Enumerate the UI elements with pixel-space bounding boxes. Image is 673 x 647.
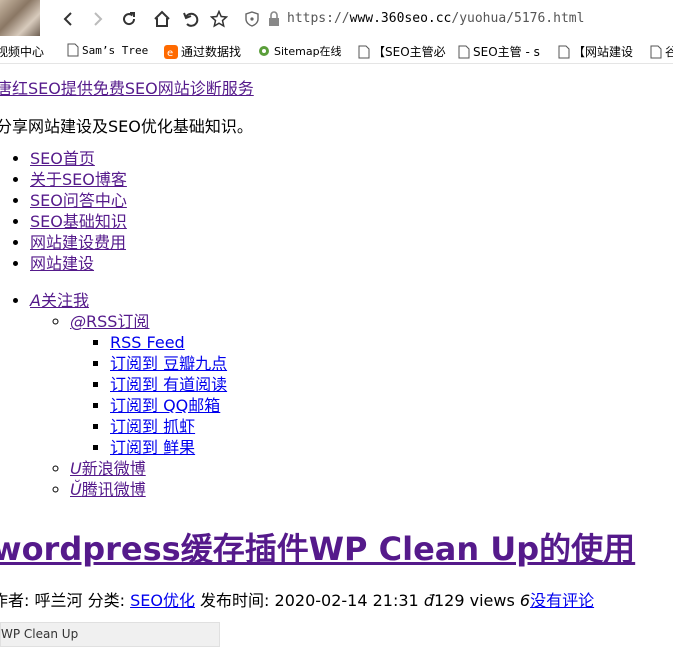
- weibo-icon: U: [70, 459, 82, 478]
- nav-item-qa: SEO问答中心: [30, 190, 127, 211]
- rss-subitem: 订阅到 有道阅读: [110, 374, 227, 395]
- rss-subitem: 订阅到 鲜果: [110, 437, 227, 458]
- rss-link[interactable]: @RSS订阅: [70, 312, 149, 331]
- site-description: 分享网站建设及SEO优化基础知识。: [0, 117, 253, 136]
- url-host: www.360seo.cc: [349, 11, 452, 26]
- rss-submenu: RSS Feed 订阅到 豆瓣九点 订阅到 有道阅读 订阅到 QQ邮箱 订阅到 …: [70, 332, 227, 458]
- page-icon: [67, 43, 79, 57]
- comments-link[interactable]: 没有评论: [530, 591, 594, 610]
- nav-link[interactable]: 网站建设费用: [30, 233, 126, 252]
- bookmark-item[interactable]: 视频中心: [0, 43, 44, 60]
- rss-subitem: 订阅到 QQ邮箱: [110, 395, 227, 416]
- rss-item: @RSS订阅 RSS Feed 订阅到 豆瓣九点 订阅到 有道阅读 订阅到 QQ…: [70, 311, 227, 458]
- page-icon: [650, 45, 662, 58]
- bookmark-item[interactable]: 谷: [650, 43, 673, 60]
- svg-text:e: e: [167, 48, 173, 59]
- url-prefix: https://: [287, 11, 350, 26]
- image-alt-text: WP Clean Up: [1, 627, 79, 641]
- rss-feed-link[interactable]: RSS Feed: [110, 333, 185, 352]
- main-nav: SEO首页 关于SEO博客 SEO问答中心 SEO基础知识 网站建设费用 网站建…: [0, 148, 127, 274]
- user-avatar[interactable]: [0, 0, 40, 36]
- bookmark-item[interactable]: Sam’s Tree: [67, 43, 148, 57]
- nav-item-cost: 网站建设费用: [30, 232, 127, 253]
- nav-link[interactable]: 网站建设: [30, 254, 94, 273]
- undo-icon[interactable]: [180, 8, 202, 30]
- views-icon: đ: [423, 591, 434, 610]
- weibo-qq-item: Ŭ腾讯微博: [70, 479, 227, 500]
- bookmark-item[interactable]: 【网站建设: [558, 43, 633, 60]
- qq-weibo-icon: Ŭ: [70, 480, 82, 499]
- gear-icon: [259, 46, 269, 56]
- article-title: wordpress缓存插件WP Clean Up的使用: [0, 524, 635, 570]
- rss-subitem: 订阅到 抓虾: [110, 416, 227, 437]
- follow-link[interactable]: A关注我: [30, 291, 89, 310]
- nav-item-build: 网站建设: [30, 253, 127, 274]
- nav-link[interactable]: SEO首页: [30, 149, 95, 168]
- nav-item-about: 关于SEO博客: [30, 169, 127, 190]
- bookmark-item[interactable]: 【SEO主管必: [358, 43, 446, 60]
- nav-link[interactable]: 关于SEO博客: [30, 170, 127, 189]
- bookmark-item[interactable]: e 通过数据找: [164, 43, 241, 60]
- alibaba-icon: e: [164, 44, 178, 59]
- follow-item: A关注我 @RSS订阅 RSS Feed 订阅到 豆瓣九点 订阅到 有道阅读 订…: [30, 290, 227, 500]
- article-image-placeholder: WP Clean Up: [0, 622, 220, 647]
- views-count: 129 views: [433, 591, 515, 610]
- category-link[interactable]: SEO优化: [130, 591, 195, 610]
- rss-subitem: 订阅到 豆瓣九点: [110, 353, 227, 374]
- back-icon[interactable]: [57, 8, 79, 30]
- shield-icon[interactable]: [241, 8, 263, 30]
- nav-item-seo-home: SEO首页: [30, 148, 127, 169]
- comment-icon: 6: [519, 591, 531, 610]
- rss-icon: @: [70, 312, 86, 331]
- browser-toolbar: https://www.360seo.cc/yuohua/5176.html: [0, 0, 673, 38]
- article-author: 作者: 呼兰河: [0, 591, 83, 610]
- follow-icon: A: [30, 291, 41, 310]
- zhuaxia-link[interactable]: 订阅到 抓虾: [110, 417, 195, 436]
- lock-icon: [263, 8, 285, 30]
- nav-link[interactable]: SEO基础知识: [30, 212, 127, 231]
- address-bar[interactable]: https://www.360seo.cc/yuohua/5176.html: [287, 11, 584, 26]
- bookmark-item[interactable]: SEO主管 - s: [458, 43, 540, 60]
- follow-submenu: @RSS订阅 RSS Feed 订阅到 豆瓣九点 订阅到 有道阅读 订阅到 QQ…: [30, 311, 227, 500]
- weibo-sina-link[interactable]: U新浪微博: [70, 459, 146, 478]
- article-meta: 作者: 呼兰河 分类: SEO优化 发布时间: 2020-02-14 21:31…: [0, 587, 594, 611]
- page-icon: [358, 45, 370, 58]
- url-path: /yuohua/5176.html: [451, 11, 585, 26]
- category-label: 分类:: [87, 591, 125, 610]
- site-title-link[interactable]: 唐红SEO提供免费SEO网站诊断服务: [0, 75, 254, 99]
- weibo-qq-link[interactable]: Ŭ腾讯微博: [70, 480, 146, 499]
- xianguo-link[interactable]: 订阅到 鲜果: [110, 438, 195, 457]
- youdao-link[interactable]: 订阅到 有道阅读: [110, 375, 227, 394]
- home-icon[interactable]: [151, 8, 173, 30]
- article-title-link[interactable]: wordpress缓存插件WP Clean Up的使用: [0, 530, 635, 568]
- page-icon: [458, 45, 470, 58]
- qqmail-link[interactable]: 订阅到 QQ邮箱: [110, 396, 220, 415]
- douban-link[interactable]: 订阅到 豆瓣九点: [110, 354, 227, 373]
- follow-menu: A关注我 @RSS订阅 RSS Feed 订阅到 豆瓣九点 订阅到 有道阅读 订…: [0, 290, 227, 500]
- bookmark-item[interactable]: Sitemap在线: [257, 43, 342, 59]
- rss-subitem: RSS Feed: [110, 332, 227, 353]
- publish-date: 发布时间: 2020-02-14 21:31: [200, 591, 419, 610]
- bookmarks-bar: 视频中心 Sam’s Tree e 通过数据找 Sitemap在线 【SEO主管…: [0, 39, 673, 64]
- page-icon: [558, 45, 570, 58]
- reload-icon[interactable]: [118, 8, 140, 30]
- forward-icon[interactable]: [87, 8, 109, 30]
- nav-link[interactable]: SEO问答中心: [30, 191, 127, 210]
- weibo-sina-item: U新浪微博: [70, 458, 227, 479]
- star-icon[interactable]: [208, 8, 230, 30]
- nav-item-basics: SEO基础知识: [30, 211, 127, 232]
